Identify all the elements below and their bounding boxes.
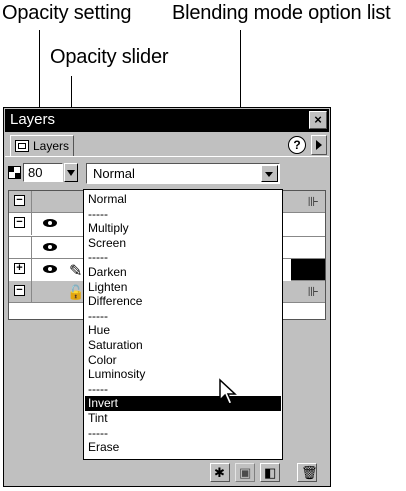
- eye-icon[interactable]: [43, 243, 57, 251]
- chevron-down-icon[interactable]: [261, 165, 278, 182]
- option-separator: -----: [88, 425, 108, 440]
- layer-stack-icon: ⊪: [307, 194, 319, 209]
- eye-icon[interactable]: [43, 219, 57, 227]
- blend-option-invert[interactable]: Invert: [85, 396, 281, 411]
- option-separator: -----: [88, 250, 108, 265]
- panel-bottom-bar: ✱ ▣ ◧ 🗑: [5, 458, 329, 486]
- delete-button[interactable]: 🗑: [297, 463, 318, 482]
- tab-layers-label: Layers: [33, 139, 70, 153]
- blend-option-multiply[interactable]: Multiply: [85, 221, 281, 236]
- share-layer-icon: ▣: [239, 465, 252, 480]
- blend-option-lighten[interactable]: Lighten: [85, 280, 281, 295]
- selected-layer-highlight: [291, 259, 325, 281]
- expander-icon[interactable]: −: [14, 285, 25, 296]
- new-layer-button[interactable]: ✱: [210, 463, 230, 482]
- help-icon[interactable]: ?: [288, 136, 306, 154]
- opacity-icon: [8, 166, 21, 179]
- blend-option-saturation[interactable]: Saturation: [85, 338, 281, 353]
- blend-option-normal[interactable]: Normal: [85, 192, 281, 207]
- blend-option-luminosity[interactable]: Luminosity: [85, 367, 281, 382]
- blend-option-difference[interactable]: Difference: [85, 294, 281, 309]
- layer-stack-icon: ⊪: [307, 284, 319, 299]
- tab-layers[interactable]: Layers: [10, 135, 74, 157]
- panel-titlebar[interactable]: Layers ×: [5, 109, 329, 132]
- panel-title: Layers: [10, 111, 56, 128]
- layers-icon: [15, 140, 29, 152]
- expander-icon[interactable]: −: [14, 217, 25, 228]
- option-separator: -----: [88, 308, 108, 323]
- trash-icon: 🗑: [301, 465, 318, 480]
- close-icon: ×: [314, 112, 322, 127]
- close-button[interactable]: ×: [309, 111, 327, 129]
- blend-option-erase[interactable]: Erase: [85, 440, 281, 455]
- expander-icon[interactable]: −: [14, 195, 25, 206]
- callout-opacity-slider: Opacity slider: [50, 46, 169, 68]
- blend-option-tint[interactable]: Tint: [85, 411, 281, 426]
- expander-icon[interactable]: +: [14, 263, 25, 274]
- tab-divider: [5, 156, 329, 157]
- eye-icon[interactable]: [43, 265, 57, 273]
- new-frame-icon: ◧: [264, 465, 277, 480]
- opacity-field[interactable]: 80: [23, 163, 63, 182]
- option-separator: -----: [88, 381, 108, 396]
- blend-option-screen[interactable]: Screen: [85, 236, 281, 251]
- pencil-icon[interactable]: ✎: [69, 261, 82, 281]
- blend-mode-select[interactable]: Normal: [86, 163, 280, 184]
- blend-option-hue[interactable]: Hue: [85, 323, 281, 338]
- lock-icon[interactable]: 🔓: [67, 284, 84, 301]
- share-layer-button[interactable]: ▣: [235, 463, 255, 482]
- panel-menu-button[interactable]: [311, 135, 327, 155]
- new-layer-icon: ✱: [214, 465, 225, 480]
- blend-option-color[interactable]: Color: [85, 353, 281, 368]
- new-frame-button[interactable]: ◧: [260, 463, 280, 482]
- opacity-slider-button[interactable]: [64, 163, 78, 182]
- blend-mode-value: Normal: [93, 166, 135, 181]
- cursor-icon: [219, 378, 237, 405]
- blend-option-darken[interactable]: Darken: [85, 265, 281, 280]
- option-separator: -----: [88, 206, 108, 221]
- callout-opacity-setting: Opacity setting: [2, 2, 132, 24]
- callout-blending-mode-list: Blending mode option list: [172, 2, 391, 24]
- blend-mode-option-list: Normal ----- Multiply Screen ----- Darken Ligh…: [83, 189, 283, 460]
